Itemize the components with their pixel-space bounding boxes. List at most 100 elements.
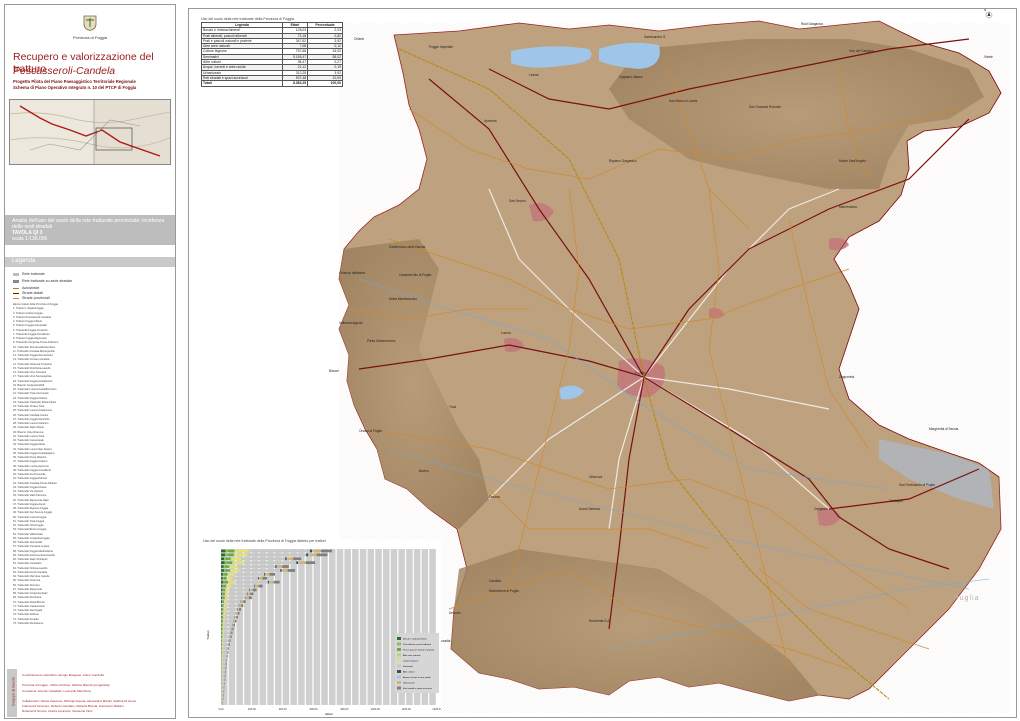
chart-bar-segment (222, 635, 224, 639)
chart-bar-segment (227, 573, 229, 576)
place-label: Volturara Appula (339, 321, 363, 325)
chart-bar-segment (237, 612, 240, 615)
chart-bar-segment (285, 557, 287, 561)
chart-bar-segment (228, 580, 229, 584)
chart-bar-segment (222, 588, 224, 592)
chart-bar-segment (241, 557, 286, 561)
chart-bar-segment (232, 576, 259, 580)
scheme-description: Schema di Piano Operativo Integrato n. 1… (13, 85, 137, 90)
chart-bar-segment (222, 662, 226, 666)
place-label: Pietra Montecorvino (367, 339, 396, 343)
chart-bar-segment (246, 596, 247, 600)
place-label: Lesina (529, 73, 539, 77)
chart-bar-segment (239, 569, 281, 572)
credit-line: Consulenti: Antonio Castellani, Leonardo… (22, 689, 92, 693)
chart-bar-segment (221, 615, 222, 619)
place-label: Castelnuovo della Daunia (389, 245, 426, 249)
region-label: Puglia (954, 595, 980, 602)
legend-swatch (397, 675, 401, 679)
chart-bar-segment (225, 596, 229, 600)
chart-bar-segment (252, 588, 257, 592)
chart-grid-band (344, 549, 351, 705)
chart-bar-segment (232, 561, 234, 564)
chart-bar-segment (248, 596, 252, 600)
chart-bar-segment (221, 553, 226, 557)
chart-bar-segment (234, 573, 265, 576)
chart-bar-segment (221, 596, 223, 600)
chart-bar-segment (230, 569, 240, 572)
chart-bar-segment (235, 549, 249, 553)
chart-bar-segment (224, 580, 229, 584)
chart-bar-segment (300, 561, 306, 564)
landuse-table: Uso del suolo della rete tratturale dell… (201, 17, 343, 87)
x-axis-label: Ettari (325, 712, 332, 716)
chart-bar-segment (250, 588, 253, 592)
chart-bar-segment (221, 561, 225, 564)
legend-label: Rete tratturale (22, 272, 45, 276)
chart-bar-segment (222, 643, 224, 646)
place-label: Rignano Garganico (609, 159, 637, 163)
chart-bar-segment (237, 608, 240, 611)
place-label: Monte Sant'Angelo (839, 159, 866, 163)
legend-swatch (397, 642, 401, 646)
chart-bar-segment (222, 639, 224, 642)
info-panel: Provincia di Foggia Recupero e valorizza… (4, 4, 176, 719)
chart-bar-segment (288, 557, 294, 561)
place-label: Sannicandro G. (644, 35, 667, 39)
legend-entry: Prati alberati, pascoli alberati (403, 643, 432, 646)
place-label: Motta Montecorvino (389, 297, 417, 301)
chart-bar-segment (221, 662, 223, 666)
chart-bar-segment (221, 686, 224, 689)
chart-bar-segment (266, 573, 270, 576)
chart-bar-segment (282, 565, 289, 568)
chart-bar-segment (226, 604, 239, 607)
place-label: Ascoli Satriano (579, 507, 601, 511)
legend-swatch (397, 653, 401, 657)
chart-bar-segment (229, 565, 238, 568)
legend-entry: Seminativi (403, 665, 414, 668)
chart-bar-segment (221, 639, 223, 642)
chart-bar-segment (222, 670, 225, 674)
chart-grid-band (251, 549, 259, 705)
place-label: San Severo (509, 199, 526, 203)
tratturo-list-item: 75. Tratturello Monteleone (13, 621, 44, 625)
legend-swatch (13, 280, 19, 283)
chart-bar-segment (221, 658, 223, 662)
chart-bar-segment (239, 604, 242, 607)
chart-bar-segment (222, 608, 224, 611)
chart-bar-segment (293, 557, 302, 561)
chart-bar-segment (221, 557, 225, 561)
place-label: Chieuti (354, 37, 364, 41)
chart-grid-band (244, 549, 251, 705)
place-label: Lucera (501, 331, 511, 335)
chart-bar-segment (278, 565, 283, 568)
map-panel: Rodi Garganico Sannicandro G. Lesina Cagnan… (188, 8, 1017, 718)
chart-bar-segment (275, 565, 277, 568)
chart-bar-segment (234, 619, 237, 623)
chart-bar-segment (222, 654, 227, 658)
place-label: Vico del Gargano (849, 49, 874, 53)
place-label: Ordona (489, 495, 500, 499)
chart-bar-segment (247, 553, 307, 557)
landuse-grid: Legenda Ettari Percentuale Boschi e rimb… (201, 21, 343, 87)
chart-bar-segment (222, 631, 224, 635)
chart-bar-segment (221, 592, 223, 596)
chart-bar-segment (222, 627, 225, 631)
chart-bar-segment (306, 553, 309, 557)
chart-bar-segment (250, 592, 254, 596)
chart-bar-segment (224, 600, 228, 603)
chart-bar-segment (254, 584, 256, 588)
map-scale: scala 1:130.000 (12, 236, 48, 242)
chart-bar-segment (222, 615, 224, 619)
chart-bar-segment (221, 623, 223, 627)
place-label: Casalvecchio di Puglia (399, 273, 432, 277)
chart-bar-segment (235, 580, 268, 584)
north-label: N (984, 8, 987, 12)
chart-bar-segment (222, 576, 224, 580)
chart-bar-segment (229, 639, 230, 642)
table-total-row: Totali 8.382,25 100,00 (201, 80, 343, 87)
legend-entry: Prati e pascoli naturali e praterie (403, 649, 435, 652)
chart-bar-segment (223, 643, 229, 646)
place-label: Bovino (419, 469, 429, 473)
legend-swatch (397, 648, 401, 651)
